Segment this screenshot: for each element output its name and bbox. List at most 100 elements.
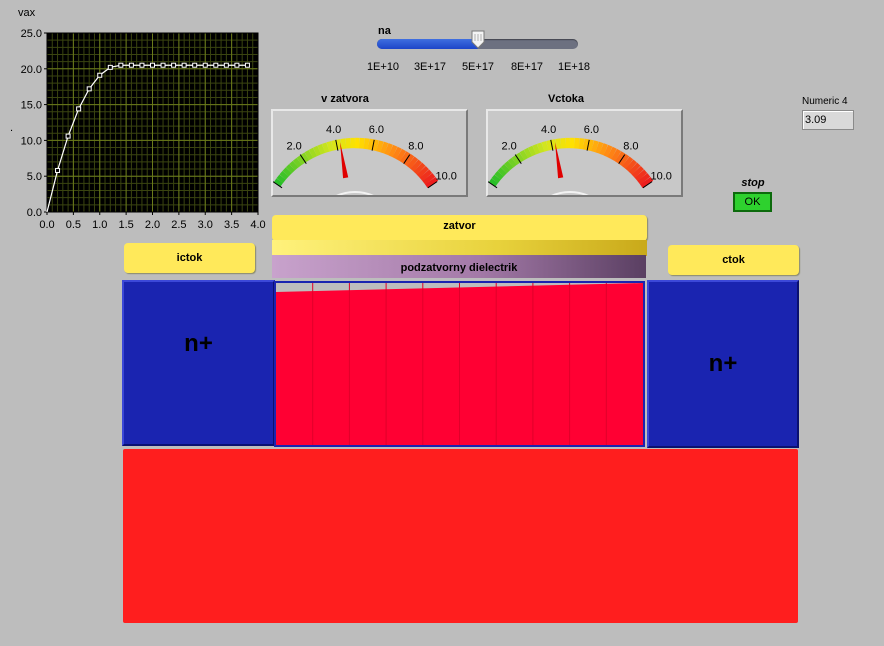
gauge-vctoka: 0.02.04.06.08.010.0 [486,109,683,197]
gauge-arc-segment [578,138,585,150]
gauge-arc-segment [372,139,379,152]
gauge-arc-segment [392,146,402,160]
gauge-arc-segment [500,164,511,174]
x-tick-label: 2.5 [171,219,186,231]
gauge-arc-segment [425,176,439,189]
plot-grid [46,32,259,213]
y-tick-label: 20.0 [21,64,42,76]
data-point [160,62,166,68]
gauge-arc-segment [607,146,617,160]
data-point [139,62,145,68]
stop-label: stop [741,177,765,189]
gauge-arc-segment [494,170,504,180]
data-point [76,106,82,112]
data-point [107,64,113,70]
data-point [171,62,177,68]
gauge-arc-segment [279,170,289,180]
data-point [234,62,240,68]
gauge-arc-segment [313,145,322,157]
gauge-scale-label: 4.0 [326,124,341,136]
gauge-arc-segment [541,141,549,152]
na-slider-thumb[interactable] [471,30,485,49]
x-tick-label: 4.0 [250,219,265,231]
gauge-arc-segment [555,138,562,150]
gauge-arc-segment [326,141,334,152]
gauge-arc-segment [640,176,654,189]
gauge-arc-segment [591,140,599,153]
gauge-arc-segment [504,160,514,171]
data-point [244,62,250,68]
y-tick-label: 0.0 [27,207,42,219]
gauge-arc-segment [422,173,436,185]
gauge-arc-segment [331,139,338,151]
gauge-arc-segment [388,144,398,158]
x-tick-label: 3.0 [198,219,213,231]
gauge-arc-segment [367,138,375,151]
gauge-arc-segment [532,144,541,155]
gauge-hub-arc [336,191,374,195]
stop-button[interactable]: OK [733,192,772,212]
gauge-arc-segment [618,153,630,167]
gauge-arc-segment [528,145,537,157]
data-point [86,86,92,92]
data-point [223,62,229,68]
gauge-arc-segment [321,142,330,154]
slider-tick-label: 5E+17 [461,61,495,73]
data-point [55,167,61,173]
gate-dielectric: podzatvorny dielectrik [272,255,646,278]
y-tick-label: 25.0 [21,28,42,40]
gauge-arc-segment [273,178,283,187]
gauge-arc-segment [276,174,286,184]
gauge-arc-segment [384,143,393,156]
y-tick-label: 10.0 [21,135,42,147]
gauge-arc-segment [403,153,415,167]
gauge-arc-segment [363,138,370,150]
gauge-arc-segment [628,162,641,175]
gauge-arc-segment [308,147,318,159]
gauge-arc-segment [419,169,433,182]
gauge-scale-label: 2.0 [501,140,516,152]
source-button[interactable]: ictok [124,243,255,273]
gauge-arc-segment [622,156,634,169]
gauge-hub-arc [551,191,589,195]
gauge-arc-segment [507,157,517,168]
gauge-arc-segment [634,169,648,182]
data-point [213,62,219,68]
x-tick-label: 1.0 [92,219,107,231]
gauge-arc-segment [519,150,529,161]
data-point [128,62,134,68]
x-tick-label: 0.0 [39,219,54,231]
gauge-arc-segment [599,143,608,156]
gauge-scale-label: 6.0 [584,124,599,136]
gauge-arc-segment [317,144,326,155]
channel-region [274,281,645,447]
slider-tick-label: 3E+17 [413,61,447,73]
data-point [150,62,155,68]
gauge-scale-label: 8.0 [408,140,423,152]
gauge-arc-segment [603,144,613,158]
gauge-arc-segment [614,151,626,164]
data-point [202,62,208,68]
x-tick-label: 0.5 [66,219,81,231]
gauge-title-v-zatvora: v zatvora [321,93,369,105]
gauge-arc-segment [536,142,545,154]
gauge-arc-segment [625,159,637,172]
gauge-arc-segment [296,155,306,165]
gauge-arc-segment [399,151,411,164]
gauge-scale-label: 2.0 [286,140,301,152]
vax-graph: 0.0 0.5 1.0 1.5 2.0 2.5 3.0 3.5 4.0 0.0 5.0 10.0 15.… [21,28,266,231]
gauge-arc-segment [410,159,422,172]
drain-button[interactable]: ctok [668,245,799,275]
gate-button[interactable]: zatvor [272,215,647,241]
slider-label: na [378,25,391,37]
na-slider-fill [377,39,478,49]
substrate [123,449,798,623]
gauge-arc-segment [637,173,651,185]
gauge-arc-segment [289,160,299,171]
numeric-indicator: 3.09 [802,110,854,130]
data-point [192,62,198,68]
y-tick-label: 5.0 [27,171,42,183]
data-point [181,62,187,68]
gauge-arc-segment [515,152,525,163]
x-tick-label: 2.0 [145,219,160,231]
